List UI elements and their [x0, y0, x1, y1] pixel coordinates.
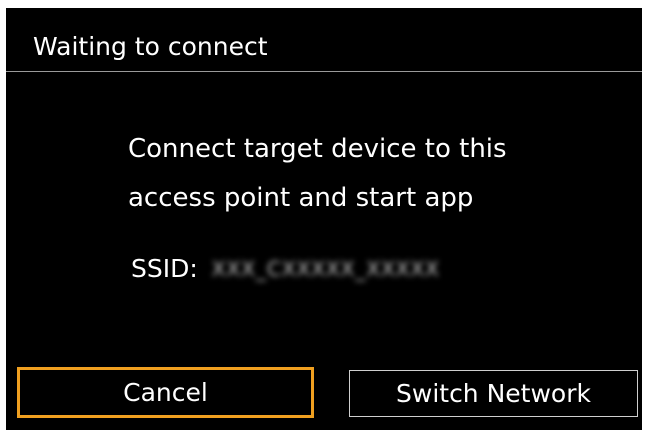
title-divider	[6, 71, 642, 72]
page-title: Waiting to connect	[33, 32, 268, 61]
instruction-message: Connect target device to this access poi…	[128, 125, 608, 223]
instruction-line-2: access point and start app	[128, 183, 474, 213]
ssid-value-blurred: XXX_CXXXXX_XXXXX	[211, 257, 440, 281]
switch-network-button[interactable]: Switch Network	[349, 370, 638, 417]
ssid-label: SSID:	[131, 254, 198, 283]
ssid-row: SSID: XXX_CXXXXX_XXXXX	[131, 252, 440, 286]
cancel-button[interactable]: Cancel	[17, 367, 314, 418]
wifi-connect-screen: Waiting to connect Connect target device…	[6, 8, 642, 430]
title-bar: Waiting to connect	[6, 8, 642, 71]
instruction-line-1: Connect target device to this	[128, 134, 507, 164]
